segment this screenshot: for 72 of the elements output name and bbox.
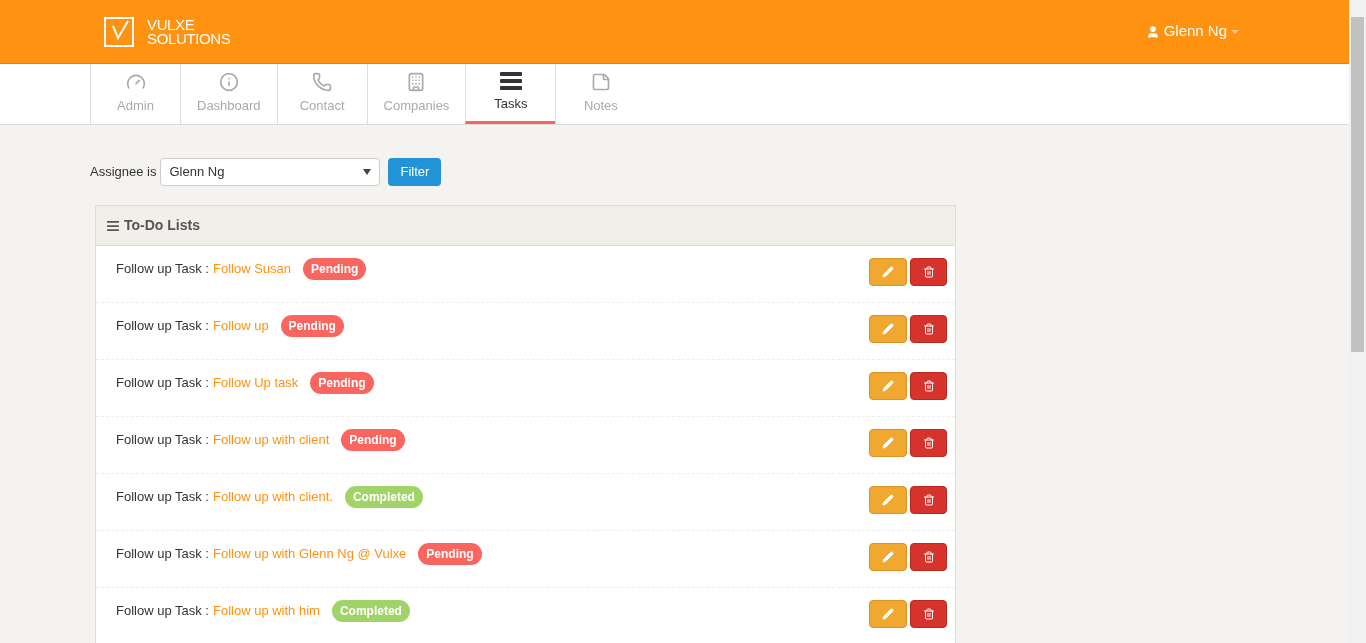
edit-button[interactable] [869, 315, 907, 343]
user-icon [1145, 24, 1160, 39]
pencil-icon [882, 380, 894, 392]
nav-tab[interactable]: Notes [555, 64, 646, 124]
task-link[interactable]: Follow Susan [212, 259, 291, 279]
nav-tab[interactable]: Dashboard [180, 64, 277, 124]
pencil-icon [882, 494, 894, 506]
nav-tab[interactable]: Companies [366, 64, 466, 124]
trash-icon [922, 551, 935, 563]
task-link[interactable]: Follow up [212, 316, 269, 336]
pencil-icon [882, 437, 894, 449]
task-label: Follow up Task : [116, 545, 209, 564]
delete-button[interactable] [910, 315, 947, 343]
pencil-icon [882, 323, 894, 335]
trash-icon [922, 437, 935, 449]
logo-text: VULXE [147, 17, 196, 32]
status-badge: Pending [310, 372, 374, 394]
nav-tab[interactable]: Admin [90, 64, 180, 124]
task-link[interactable]: Follow up with client [212, 430, 330, 450]
delete-button[interactable] [910, 258, 947, 286]
logo-icon [103, 15, 135, 48]
logo-text: SOLUTIONS [147, 31, 231, 46]
edit-button[interactable] [869, 600, 907, 628]
status-badge: Pending [280, 315, 344, 337]
edit-button[interactable] [869, 258, 907, 286]
task-link[interactable]: Follow up with him [212, 601, 320, 621]
edit-button[interactable] [869, 429, 907, 457]
nav-tab[interactable]: Tasks [465, 64, 556, 124]
info-icon [218, 72, 239, 93]
pencil-icon [882, 608, 894, 620]
trash-icon [922, 494, 935, 506]
nav-tab[interactable]: Contact [276, 64, 367, 124]
trash-icon [922, 323, 935, 335]
caret-icon [1231, 29, 1239, 34]
status-badge: Completed [331, 600, 410, 622]
list-icon [106, 218, 120, 233]
trash-icon [922, 380, 935, 392]
assignee-select[interactable]: Glenn Ng [160, 158, 381, 186]
edit-button[interactable] [869, 372, 907, 400]
delete-button[interactable] [910, 543, 947, 571]
edit-button[interactable] [869, 543, 907, 571]
phone-icon [312, 72, 333, 93]
task-label: Follow up Task : [116, 317, 209, 336]
user-menu[interactable]: Glenn Ng [1145, 20, 1239, 43]
status-badge: Pending [418, 543, 482, 565]
task-link[interactable]: Follow up with Glenn Ng @ Vulxe [212, 544, 407, 564]
trash-icon [922, 608, 935, 620]
task-label: Follow up Task : [116, 488, 209, 507]
building-icon [406, 72, 427, 93]
note-icon [590, 72, 611, 93]
panel-title: To-Do Lists [124, 216, 200, 235]
caret-icon [363, 169, 372, 175]
filter-label: Assignee is [90, 163, 157, 182]
scrollbar[interactable] [1349, 0, 1366, 643]
delete-button[interactable] [910, 429, 947, 457]
delete-button[interactable] [910, 600, 947, 628]
task-label: Follow up Task : [116, 602, 209, 621]
task-link[interactable]: Follow Up task [212, 373, 299, 393]
status-badge: Completed [344, 486, 423, 508]
edit-button[interactable] [869, 486, 907, 514]
task-link[interactable]: Follow up with client. [212, 487, 333, 507]
delete-button[interactable] [910, 372, 947, 400]
task-label: Follow up Task : [116, 374, 209, 393]
status-badge: Pending [341, 429, 405, 451]
pencil-icon [882, 266, 894, 278]
pencil-icon [882, 551, 894, 563]
task-label: Follow up Task : [116, 431, 209, 450]
delete-button[interactable] [910, 486, 947, 514]
trash-icon [922, 266, 935, 278]
status-badge: Pending [303, 258, 367, 280]
filter-button[interactable]: Filter [388, 158, 442, 186]
task-label: Follow up Task : [116, 260, 209, 279]
